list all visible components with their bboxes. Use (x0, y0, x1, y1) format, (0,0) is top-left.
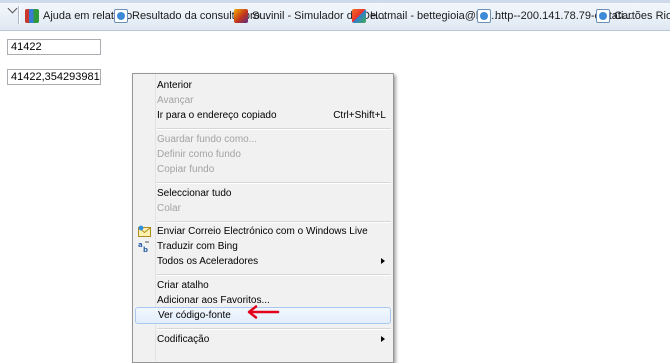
menu-item-label: Criar atalho (157, 280, 209, 291)
web-page-icon (477, 9, 491, 23)
favorites-bar: Ajuda em relatório Resultado da consulta… (0, 0, 670, 31)
chevron-down-icon[interactable] (7, 3, 18, 14)
menu-item-criar-atalho[interactable]: Criar atalho (135, 278, 391, 293)
svg-text:b: b (143, 246, 148, 253)
submenu-arrow-icon (381, 336, 385, 342)
menu-item-label: Todos os Aceleradores (157, 256, 259, 267)
suvinil-icon (234, 9, 248, 23)
menu-item-label: Enviar Correio Electrónico com o Windows… (157, 226, 368, 237)
menu-separator (157, 328, 391, 330)
red-arrow-icon (247, 305, 280, 319)
menu-item-label: Guardar fundo como... (157, 134, 258, 145)
menu-separator (157, 128, 391, 130)
menu-item-seleccionar-tudo[interactable]: Seleccionar tudo (135, 186, 391, 201)
menu-item-codificacao[interactable]: Codificação (135, 332, 391, 347)
books-icon (25, 9, 39, 23)
web-page-icon (114, 9, 128, 23)
menu-item-ir-para[interactable]: Ir para o endereço copiado Ctrl+Shift+L (135, 108, 391, 123)
menu-item-label: Definir como fundo (157, 149, 241, 160)
toolbar-top-strip (0, 0, 670, 3)
menu-item-label: Copiar fundo (157, 164, 215, 175)
menu-item-label: Seleccionar tudo (157, 188, 232, 199)
menu-item-definir-fundo: Definir como fundo (135, 147, 391, 162)
web-page-icon (596, 9, 610, 23)
hotmail-icon (352, 9, 366, 23)
windows-live-mail-icon (138, 225, 151, 237)
menu-item-aceleradores[interactable]: Todos os Aceleradores (135, 254, 391, 269)
submenu-arrow-icon (381, 258, 385, 264)
menu-item-label: Ver código-fonte (158, 310, 231, 321)
menu-item-label: Anterior (157, 80, 193, 91)
menu-item-traduzir[interactable]: a b Traduzir com Bing (135, 239, 391, 254)
toolbar-divider (18, 6, 20, 24)
menu-item-label: Traduzir com Bing (157, 241, 238, 252)
menu-separator (157, 274, 391, 276)
menu-item-avancar: Avançar (135, 93, 391, 108)
menu-item-enviar-correio[interactable]: Enviar Correio Electrónico com o Windows… (135, 224, 391, 239)
translate-icon: a b (138, 241, 149, 253)
context-menu: Anterior Avançar Ir para o endereço copi… (132, 73, 394, 363)
menu-item-guardar-fundo: Guardar fundo como... (135, 132, 391, 147)
menu-item-label: Avançar (157, 95, 194, 106)
value-field-decimal[interactable]: 41422,3542939815 (7, 69, 101, 85)
menu-item-colar: Colar (135, 201, 391, 216)
menu-separator (157, 182, 391, 184)
menu-item-label: Codificação (157, 334, 210, 345)
value-field-integer[interactable]: 41422 (7, 39, 101, 55)
menu-separator (157, 221, 391, 223)
menu-item-shortcut: Ctrl+Shift+L (333, 110, 386, 121)
menu-item-label: Colar (157, 203, 181, 214)
menu-item-anterior[interactable]: Anterior (135, 78, 391, 93)
favorite-item-riocard[interactable]: Cartões RioCard (596, 8, 670, 24)
favorite-label: Cartões RioCard (614, 10, 670, 22)
menu-item-copiar-fundo: Copiar fundo (135, 162, 391, 177)
menu-item-label: Ir para o endereço copiado (157, 110, 277, 121)
